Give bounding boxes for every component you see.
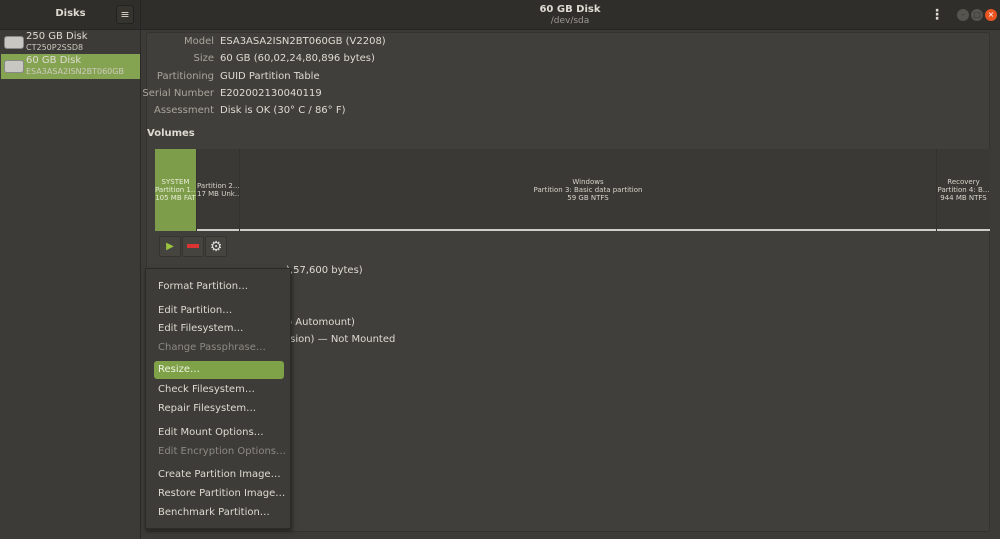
disk-model: CT250P2SSD8: [26, 43, 84, 52]
disk-item[interactable]: 250 GB Disk CT250P2SSD8: [1, 30, 140, 55]
minus-icon: [187, 244, 199, 248]
partition-block[interactable]: Windows Partition 3: Basic data partition…: [240, 149, 937, 231]
info-label: Assessment: [154, 105, 214, 117]
drive-icon: [4, 60, 24, 73]
info-label: Serial Number: [142, 87, 214, 99]
info-value: 60 GB (60,02,24,80,896 bytes): [220, 53, 375, 65]
partition-block[interactable]: SYSTEM Partition 1... 105 MB FAT: [155, 149, 197, 231]
partition-label: Partition 2...: [197, 182, 240, 190]
menu-item[interactable]: Edit Filesystem…: [154, 320, 284, 338]
volume-map: SYSTEM Partition 1... 105 MB FAT Partition…: [155, 149, 990, 231]
menu-item[interactable]: Edit Mount Options…: [154, 424, 284, 442]
drive-icon: [4, 36, 24, 49]
disk-item[interactable]: 60 GB Disk ESA3ASA2ISN2BT060GB: [1, 54, 140, 79]
menu-item[interactable]: Resize…: [154, 361, 284, 379]
partition-label: Recovery: [947, 178, 980, 186]
menu-item: Edit Encryption Options…: [158, 446, 286, 457]
info-value: ESA3ASA2ISN2BT060GB (V2208): [220, 36, 386, 47]
gears-icon: ⚙: [209, 239, 223, 255]
partition-label: Partition 3: Basic data partition: [533, 186, 643, 194]
detail-size: ),57,600 bytes): [286, 265, 363, 276]
menu-item[interactable]: Restore Partition Image…: [154, 485, 285, 503]
partition-context-menu: Format Partition… Edit Partition… Edit Fil…: [145, 268, 291, 529]
disk-name: 60 GB Disk: [26, 55, 82, 66]
sidebar: 250 GB Disk CT250P2SSD8 60 GB Disk ESA3A…: [0, 30, 141, 539]
partition-label: Windows: [572, 178, 604, 186]
partition-block[interactable]: Partition 2... 17 MB Unk...: [197, 149, 240, 231]
menu-item[interactable]: Format Partition…: [154, 278, 284, 296]
close-button[interactable]: ×: [985, 9, 997, 21]
menu-item[interactable]: Check Filesystem…: [154, 381, 284, 399]
partition-block[interactable]: Recovery Partition 4: B... 944 MB NTFS: [937, 149, 990, 231]
disk-name: 250 GB Disk: [26, 31, 88, 42]
info-value: Disk is OK (30° C / 86° F): [220, 105, 346, 117]
play-icon: ▶: [166, 241, 174, 252]
partition-label: 105 MB FAT: [155, 194, 196, 202]
maximize-button[interactable]: □: [971, 9, 983, 21]
mount-button[interactable]: ▶: [159, 236, 181, 257]
info-label: Size: [193, 53, 214, 65]
menu-item[interactable]: Edit Partition…: [154, 302, 284, 320]
partition-label: 17 MB Unk...: [197, 190, 240, 198]
partition-label: 944 MB NTFS: [940, 194, 987, 202]
kebab-icon[interactable]: ⋮: [930, 6, 944, 24]
window-subtitle: /dev/sda: [550, 16, 590, 26]
info-label: Model: [183, 36, 214, 47]
info-value: GUID Partition Table: [220, 70, 320, 82]
partition-label: Partition 1...: [155, 186, 197, 194]
title-bar: Disks ≡ 60 GB Disk /dev/sda ⋮ – □ ×: [0, 0, 1000, 30]
volumes-title: Volumes: [147, 128, 195, 139]
partition-options-button[interactable]: ⚙: [205, 236, 227, 257]
menu-item[interactable]: Benchmark Partition…: [154, 504, 284, 522]
partition-label: 59 GB NTFS: [567, 194, 609, 202]
detail-contents: rsion) — Not Mounted: [286, 334, 396, 345]
window-title: 60 GB Disk: [539, 4, 601, 15]
menu-item[interactable]: Create Partition Image…: [154, 466, 284, 484]
partition-label: SYSTEM: [161, 178, 190, 186]
menu-item[interactable]: Repair Filesystem…: [154, 400, 284, 418]
info-label: Partitioning: [156, 70, 214, 82]
menu-item: Change Passphrase…: [158, 342, 266, 353]
sidebar-header: Disks ≡: [0, 0, 141, 30]
disk-model: ESA3ASA2ISN2BT060GB: [26, 67, 124, 76]
hamburger-icon[interactable]: ≡: [116, 5, 134, 24]
info-value: E202002130040119: [220, 87, 322, 99]
detail-automount: o Automount): [286, 317, 355, 328]
partition-label: Partition 4: B...: [937, 186, 990, 194]
delete-partition-button[interactable]: [182, 236, 204, 257]
minimize-button[interactable]: –: [957, 9, 969, 21]
